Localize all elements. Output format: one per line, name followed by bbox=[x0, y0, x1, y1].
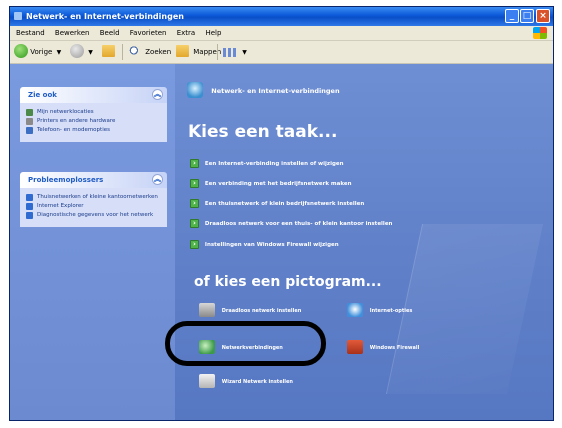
see-also-panel: Zie ook ︽ Mijn netwerklocaties Printers … bbox=[20, 87, 167, 142]
toolbar: Vorige ▼ ▼ Zoeken Mappen ▼ bbox=[10, 41, 553, 64]
cp-icon-internet-options[interactable]: Internet-opties bbox=[347, 302, 413, 319]
network-connections-category-icon bbox=[187, 82, 203, 98]
search-button[interactable]: Zoeken bbox=[128, 44, 171, 60]
link-label: Mijn netwerklocaties bbox=[37, 109, 94, 115]
cp-icon-windows-firewall[interactable]: Windows Firewall bbox=[347, 339, 420, 356]
task-arrow-icon: › bbox=[190, 218, 199, 228]
network-places-icon bbox=[26, 109, 33, 116]
chevron-down-icon: ▼ bbox=[88, 49, 93, 56]
toolbar-separator bbox=[122, 44, 123, 60]
menu-favorites[interactable]: Favorieten bbox=[130, 29, 167, 37]
task-arrow-icon: › bbox=[190, 239, 199, 249]
task-label: Draadloos netwerk voor een thuis- of kle… bbox=[204, 221, 393, 227]
cp-icon-label: Windows Firewall bbox=[369, 345, 420, 351]
link-label: Diagnostische gegevens voor het netwerk bbox=[37, 212, 154, 218]
see-also-link-printers[interactable]: Printers en andere hardware bbox=[26, 118, 161, 125]
maximize-button[interactable]: □ bbox=[520, 9, 534, 23]
printer-icon bbox=[26, 118, 33, 125]
task-label: Een thuisnetwerk of klein bedrijfsnetwer… bbox=[204, 201, 365, 207]
chevron-down-icon: ▼ bbox=[56, 49, 62, 56]
window-title: Netwerk- en Internet-verbindingen bbox=[26, 12, 184, 21]
back-label: Vorige bbox=[30, 48, 53, 56]
link-label: Telefoon- en modemopties bbox=[37, 127, 110, 133]
troubleshooters-title: Probleemoplossers bbox=[28, 176, 104, 184]
minimize-button[interactable]: _ bbox=[505, 9, 519, 23]
task-link-wireless-network[interactable]: › Draadloos netwerk voor een thuis- of k… bbox=[190, 218, 393, 229]
search-label: Zoeken bbox=[145, 48, 172, 56]
cp-icon-label: Draadloos netwerk instellen bbox=[221, 308, 302, 314]
category-pane: Netwerk- en Internet-verbindingen Kies e… bbox=[175, 64, 553, 420]
task-label: Instellingen van Windows Firewall wijzig… bbox=[204, 242, 339, 248]
link-label: Internet Explorer bbox=[37, 203, 84, 209]
folder-up-icon bbox=[102, 45, 115, 57]
troubleshooters-body: Thuisnetwerken of kleine kantoornetwerke… bbox=[20, 188, 167, 227]
menu-edit[interactable]: Bewerken bbox=[55, 29, 90, 37]
close-button[interactable]: × bbox=[536, 9, 550, 23]
phone-modem-icon bbox=[26, 127, 33, 134]
link-label: Printers en andere hardware bbox=[37, 118, 116, 124]
highlight-ring bbox=[165, 321, 326, 366]
pick-icon-heading: of kies een pictogram... bbox=[194, 274, 382, 290]
views-button[interactable]: ▼ bbox=[223, 44, 247, 60]
back-button[interactable]: Vorige ▼ bbox=[14, 44, 61, 60]
firewall-icon bbox=[347, 339, 363, 354]
see-also-title: Zie ook bbox=[28, 91, 57, 99]
chevron-down-icon: ▼ bbox=[242, 49, 247, 56]
task-arrow-icon: › bbox=[190, 158, 199, 168]
folders-button[interactable]: Mappen bbox=[176, 44, 221, 60]
task-pane: Zie ook ︽ Mijn netwerklocaties Printers … bbox=[10, 64, 175, 420]
troubleshooter-link-internet-explorer[interactable]: Internet Explorer bbox=[26, 203, 161, 210]
see-also-link-network-places[interactable]: Mijn netwerklocaties bbox=[26, 109, 161, 116]
forward-button[interactable]: ▼ bbox=[70, 44, 93, 60]
see-also-header[interactable]: Zie ook ︽ bbox=[20, 87, 167, 103]
troubleshooter-link-network-diagnostics[interactable]: Diagnostische gegevens voor het netwerk bbox=[26, 212, 161, 219]
cp-icon-label: Wizard Netwerk instellen bbox=[221, 379, 293, 385]
content-area: Zie ook ︽ Mijn netwerklocaties Printers … bbox=[10, 64, 553, 420]
menu-help[interactable]: Help bbox=[205, 29, 221, 37]
windows-logo-icon bbox=[533, 27, 547, 39]
folders-icon bbox=[176, 45, 189, 57]
task-label: Een Internet-verbinding instellen of wij… bbox=[204, 161, 344, 167]
cp-icon-label: Internet-opties bbox=[369, 308, 413, 314]
views-icon bbox=[223, 47, 236, 57]
cp-icon-network-setup-wizard[interactable]: Wizard Netwerk instellen bbox=[199, 373, 293, 390]
task-link-workplace-connection[interactable]: › Een verbinding met het bedrijfsnetwerk… bbox=[190, 178, 352, 189]
troubleshooters-panel: Probleemoplossers ︽ Thuisnetwerken of kl… bbox=[20, 172, 167, 227]
cp-icon-wireless-setup[interactable]: Draadloos netwerk instellen bbox=[199, 302, 302, 319]
see-also-link-phone-modem[interactable]: Telefoon- en modemopties bbox=[26, 127, 161, 134]
wireless-network-icon bbox=[199, 302, 215, 317]
collapse-icon[interactable]: ︽ bbox=[152, 89, 163, 100]
up-folder-button[interactable] bbox=[102, 44, 117, 60]
troubleshooter-link-home-network[interactable]: Thuisnetwerken of kleine kantoornetwerke… bbox=[26, 194, 161, 201]
pick-task-heading: Kies een taak... bbox=[188, 122, 338, 142]
back-arrow-icon bbox=[14, 44, 28, 58]
link-label: Thuisnetwerken of kleine kantoornetwerke… bbox=[37, 194, 158, 200]
task-arrow-icon: › bbox=[190, 198, 199, 208]
collapse-icon[interactable]: ︽ bbox=[152, 174, 163, 185]
search-icon bbox=[128, 45, 141, 57]
category-header: Netwerk- en Internet-verbindingen bbox=[187, 82, 340, 98]
help-icon bbox=[26, 194, 33, 201]
menu-view[interactable]: Beeld bbox=[100, 29, 120, 37]
task-link-internet-connection[interactable]: › Een Internet-verbinding instellen of w… bbox=[190, 158, 344, 169]
title-bar[interactable]: Netwerk- en Internet-verbindingen _ □ × bbox=[10, 7, 553, 26]
network-wizard-icon bbox=[199, 373, 215, 388]
task-arrow-icon: › bbox=[190, 178, 199, 188]
task-label: Een verbinding met het bedrijfsnetwerk m… bbox=[204, 181, 352, 187]
menu-bar: Bestand Bewerken Beeld Favorieten Extra … bbox=[10, 26, 553, 41]
internet-options-icon bbox=[347, 302, 363, 317]
help-icon bbox=[26, 203, 33, 210]
menu-tools[interactable]: Extra bbox=[177, 29, 195, 37]
window-icon bbox=[14, 12, 22, 20]
forward-arrow-icon bbox=[70, 44, 84, 58]
task-link-firewall-settings[interactable]: › Instellingen van Windows Firewall wijz… bbox=[190, 239, 339, 250]
troubleshooters-header[interactable]: Probleemoplossers ︽ bbox=[20, 172, 167, 188]
task-link-home-network[interactable]: › Een thuisnetwerk of klein bedrijfsnetw… bbox=[190, 198, 365, 209]
menu-file[interactable]: Bestand bbox=[16, 29, 45, 37]
category-label: Netwerk- en Internet-verbindingen bbox=[211, 87, 340, 95]
help-icon bbox=[26, 212, 33, 219]
toolbar-separator bbox=[217, 44, 218, 60]
see-also-body: Mijn netwerklocaties Printers en andere … bbox=[20, 103, 167, 142]
